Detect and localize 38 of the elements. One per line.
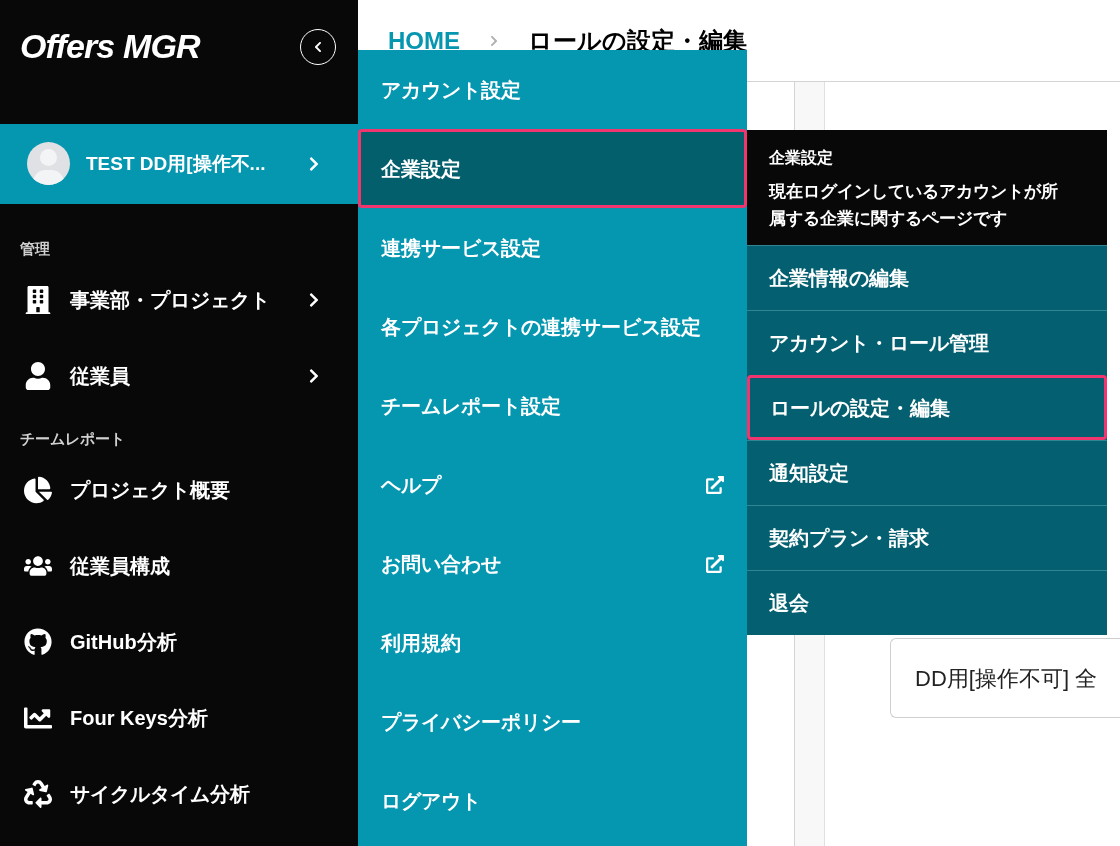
- menu-item[interactable]: アカウント設定: [358, 50, 747, 129]
- section-label: 管理: [19, 239, 51, 259]
- menu-item[interactable]: 連携サービス設定: [358, 208, 747, 287]
- submenu-description: 現在ログインしているアカウントが所属する企業に関するページです: [769, 181, 1059, 230]
- app-logo: Offers MGR: [20, 26, 200, 68]
- submenu-item[interactable]: 退会: [747, 570, 1107, 635]
- content-card: DD用[操作不可] 全: [890, 638, 1120, 718]
- menu-item[interactable]: プライバシーポリシー: [358, 682, 747, 761]
- submenu-item[interactable]: アカウント・ロール管理: [747, 310, 1107, 375]
- avatar-icon: [27, 142, 70, 186]
- chevron-right-icon: [488, 34, 500, 47]
- submenu-item[interactable]: 通知設定: [747, 440, 1107, 505]
- sidebar-item[interactable]: Four Keys分析: [0, 680, 358, 756]
- pie-chart-icon: [24, 476, 52, 504]
- menu-item[interactable]: 企業設定: [358, 129, 747, 208]
- submenu-item[interactable]: 契約プラン・請求: [747, 505, 1107, 570]
- sidebar-item[interactable]: プロジェクト概要: [0, 452, 358, 528]
- sidebar-item[interactable]: 従業員: [0, 338, 358, 414]
- sidebar-item[interactable]: 事業部・プロジェクト: [0, 262, 358, 338]
- sidebar-item[interactable]: サイクルタイム分析: [0, 756, 358, 832]
- user-icon: [24, 362, 52, 390]
- menu-item[interactable]: 利用規約: [358, 603, 747, 682]
- submenu-item[interactable]: ロールの設定・編集: [747, 375, 1107, 440]
- user-account-item[interactable]: TEST DD用[操作不...: [0, 123, 358, 204]
- menu-item[interactable]: チームレポート設定: [358, 366, 747, 445]
- chevron-left-icon: [312, 40, 324, 53]
- submenu-item[interactable]: 企業情報の編集: [747, 245, 1107, 310]
- sidebar-item[interactable]: GitHub分析: [0, 604, 358, 680]
- menu-item[interactable]: ログアウト: [358, 761, 747, 840]
- section-label: チームレポート: [19, 429, 126, 449]
- sidebar-item[interactable]: 従業員構成: [0, 528, 358, 604]
- menu-item[interactable]: 各プロジェクトの連携サービス設定: [358, 287, 747, 366]
- menu-item[interactable]: ヘルプ: [358, 445, 747, 524]
- github-icon: [24, 628, 52, 656]
- recycle-icon: [24, 780, 52, 808]
- menu-item[interactable]: お問い合わせ: [358, 524, 747, 603]
- building-icon: [24, 286, 52, 314]
- submenu-title: 企業設定: [769, 148, 834, 168]
